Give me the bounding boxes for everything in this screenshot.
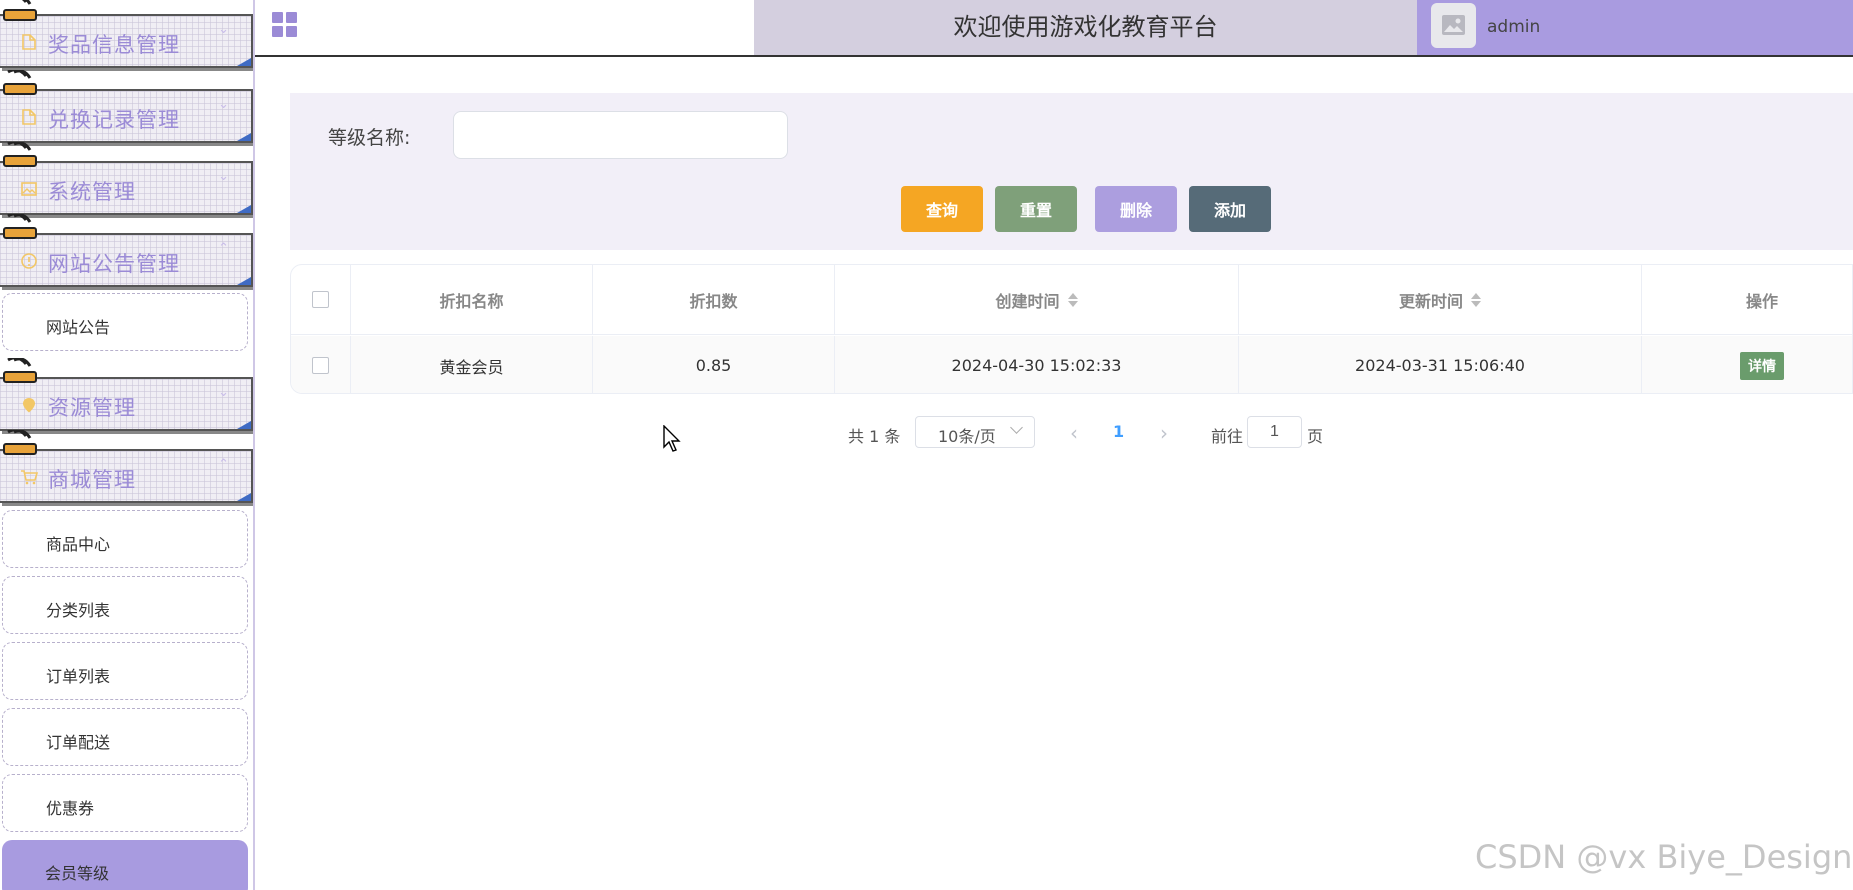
reset-button[interactable]: 重置 bbox=[995, 186, 1077, 232]
cell-created: 2024-04-30 15:02:33 bbox=[835, 336, 1239, 393]
select-all-checkbox[interactable] bbox=[312, 291, 329, 308]
chevron-down-icon: ⌄ bbox=[218, 169, 229, 184]
sidebar-item-product-center[interactable]: 商品中心 bbox=[2, 510, 248, 568]
avatar[interactable] bbox=[1431, 3, 1476, 48]
corner-fold bbox=[237, 205, 251, 213]
page-number-current[interactable]: 1 bbox=[1113, 422, 1124, 441]
sidebar-item-label: 订单配送 bbox=[46, 733, 111, 752]
sidebar-item-order-list[interactable]: 订单列表 bbox=[2, 642, 248, 700]
cell-updated: 2024-03-31 15:06:40 bbox=[1239, 336, 1642, 393]
corner-fold bbox=[237, 493, 251, 501]
pagination-total: 共 1 条 bbox=[848, 427, 901, 446]
detail-button[interactable]: 详情 bbox=[1740, 351, 1784, 380]
level-name-input[interactable] bbox=[453, 111, 788, 159]
binder-clip-icon bbox=[3, 214, 37, 239]
sort-icon[interactable] bbox=[1471, 292, 1481, 308]
menu-group-label: 商城管理 bbox=[48, 468, 136, 492]
column-header-updated[interactable]: 更新时间 bbox=[1239, 265, 1642, 334]
goto-page-input[interactable] bbox=[1247, 416, 1302, 448]
data-table: 折扣名称 折扣数 创建时间 更新时间 操作 黄金会员 0.85 2024-04-… bbox=[290, 264, 1853, 394]
sidebar-item-coupons[interactable]: 优惠券 bbox=[2, 774, 248, 832]
grid-menu-icon[interactable] bbox=[272, 12, 298, 38]
select-all-cell bbox=[291, 265, 351, 334]
sidebar-item-member-level[interactable]: 会员等级 bbox=[2, 840, 248, 890]
sort-icon[interactable] bbox=[1067, 292, 1078, 308]
picture-icon bbox=[20, 180, 38, 198]
cell-actions: 详情 bbox=[1642, 336, 1852, 393]
column-header-label: 创建时间 bbox=[995, 291, 1060, 311]
chevron-down-icon bbox=[1010, 421, 1023, 434]
binder-clip-icon bbox=[3, 430, 37, 455]
goto-label: 前往 bbox=[1211, 427, 1244, 446]
user-box[interactable]: admin bbox=[1417, 0, 1853, 55]
add-button[interactable]: 添加 bbox=[1189, 186, 1271, 232]
binder-clip-icon bbox=[3, 70, 37, 95]
document-icon bbox=[20, 108, 38, 126]
binder-clip-icon bbox=[3, 142, 37, 167]
column-header-discount: 折扣数 bbox=[593, 265, 835, 334]
chevron-up-icon: ⌃ bbox=[218, 457, 229, 472]
query-button[interactable]: 查询 bbox=[901, 186, 983, 232]
chevron-up-icon: ⌃ bbox=[218, 241, 229, 256]
menu-group-label: 网站公告管理 bbox=[48, 252, 180, 276]
sidebar-item-label: 优惠券 bbox=[46, 799, 95, 818]
prev-page-icon[interactable]: ‹ bbox=[1070, 421, 1078, 445]
corner-fold bbox=[237, 58, 251, 66]
sidebar-item-category-list[interactable]: 分类列表 bbox=[2, 576, 248, 634]
chevron-down-icon: ⌄ bbox=[218, 97, 229, 112]
page-size-value: 10条/页 bbox=[938, 427, 996, 446]
next-page-icon[interactable]: › bbox=[1160, 421, 1168, 445]
column-header-created[interactable]: 创建时间 bbox=[835, 265, 1239, 334]
menu-group-label: 奖品信息管理 bbox=[48, 33, 180, 57]
sidebar-item-label: 会员等级 bbox=[45, 864, 110, 883]
delete-button[interactable]: 删除 bbox=[1095, 186, 1177, 232]
top-bar: 欢迎使用游戏化教育平台 admin bbox=[255, 0, 1853, 57]
chevron-down-icon: ⌄ bbox=[218, 385, 229, 400]
location-icon bbox=[20, 396, 38, 414]
cell-discount-name: 黄金会员 bbox=[351, 336, 593, 393]
document-icon bbox=[20, 33, 38, 51]
binder-clip-icon bbox=[3, 0, 37, 21]
sidebar-item-label: 网站公告 bbox=[46, 318, 111, 337]
watermark: CSDN @vx Biye_Design bbox=[1475, 838, 1853, 876]
search-panel: 等级名称: 查询 重置 删除 添加 bbox=[290, 93, 1853, 250]
row-checkbox[interactable] bbox=[312, 357, 329, 374]
sidebar-item-announcement[interactable]: 网站公告 bbox=[2, 293, 248, 351]
goto-unit: 页 bbox=[1307, 427, 1324, 446]
sidebar: 奖品信息管理 ⌄ 兑换记录管理 ⌄ 系统管理 ⌄ 网站公告管理 ⌃ 网站公告 资… bbox=[0, 0, 255, 890]
column-header-discount-name: 折扣名称 bbox=[351, 265, 593, 334]
sidebar-item-label: 商品中心 bbox=[46, 535, 111, 554]
menu-group-label: 资源管理 bbox=[48, 396, 136, 420]
sidebar-item-label: 分类列表 bbox=[46, 601, 111, 620]
corner-fold bbox=[237, 133, 251, 141]
table-row: 黄金会员 0.85 2024-04-30 15:02:33 2024-03-31… bbox=[291, 336, 1852, 393]
cart-icon bbox=[20, 468, 39, 486]
column-header-actions: 操作 bbox=[1745, 291, 1778, 311]
info-icon bbox=[20, 252, 38, 270]
menu-group-label: 系统管理 bbox=[48, 180, 136, 204]
welcome-title: 欢迎使用游戏化教育平台 bbox=[754, 0, 1417, 55]
image-placeholder-icon bbox=[1442, 15, 1465, 35]
binder-clip-icon bbox=[3, 358, 37, 383]
corner-fold bbox=[237, 277, 251, 285]
cell-discount: 0.85 bbox=[593, 336, 835, 393]
table-header: 折扣名称 折扣数 创建时间 更新时间 操作 bbox=[291, 265, 1852, 335]
page-size-select[interactable]: 10条/页 bbox=[915, 416, 1035, 448]
column-header-label: 更新时间 bbox=[1398, 291, 1463, 311]
row-select-cell bbox=[291, 336, 351, 393]
sidebar-item-order-delivery[interactable]: 订单配送 bbox=[2, 708, 248, 766]
username: admin bbox=[1487, 17, 1541, 37]
corner-fold bbox=[237, 421, 251, 429]
mouse-cursor-icon bbox=[663, 425, 681, 452]
level-name-label: 等级名称: bbox=[328, 127, 411, 149]
chevron-down-icon: ⌄ bbox=[218, 22, 229, 37]
menu-group-label: 兑换记录管理 bbox=[48, 108, 180, 132]
sidebar-item-label: 订单列表 bbox=[46, 667, 111, 686]
